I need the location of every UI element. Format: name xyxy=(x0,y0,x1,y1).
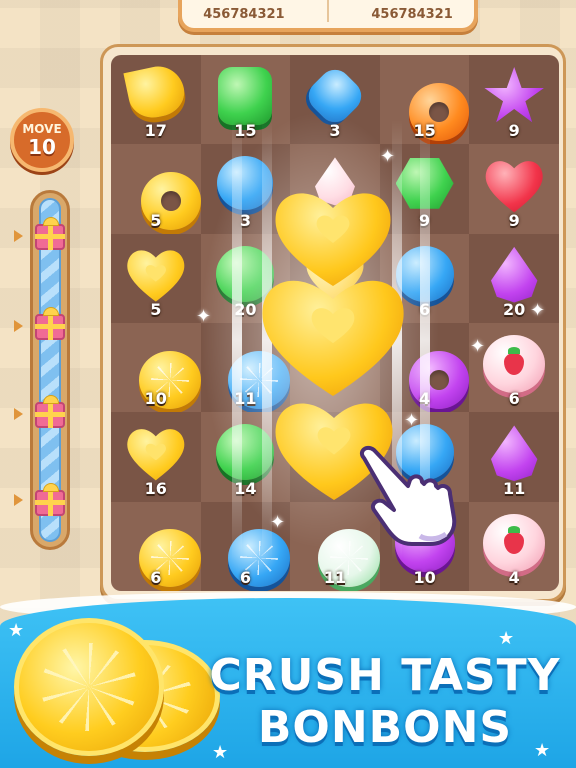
yellow-heart-candy-icon[interactable] xyxy=(125,424,187,482)
candy-count: 11 xyxy=(234,389,257,409)
progress-marker-icon xyxy=(14,320,23,332)
gift-box-icon[interactable] xyxy=(35,217,65,250)
candy-count: 15 xyxy=(234,121,257,141)
score-left: 456784321 xyxy=(203,7,285,22)
candy-count: 10 xyxy=(413,568,436,587)
candy-count: 16 xyxy=(144,478,167,498)
board-cell[interactable]: 9 xyxy=(469,144,559,234)
board-cell[interactable]: 15 xyxy=(200,55,291,145)
sparkle-icon: ✦ xyxy=(196,306,212,327)
candy-count: 3 xyxy=(329,121,341,141)
progress-marker-icon xyxy=(14,230,23,242)
strawberry-candy-icon[interactable] xyxy=(483,335,546,393)
board-cell[interactable]: 10 xyxy=(111,323,201,413)
tagline-line1: CRUSH TASTY xyxy=(209,650,561,701)
green-square-candy-icon[interactable] xyxy=(218,67,273,125)
board-cell[interactable]: 17 xyxy=(111,55,201,145)
star-icon: ★ xyxy=(498,628,515,649)
tagline-line2: BONBONS xyxy=(257,702,513,753)
gift-box-icon[interactable] xyxy=(35,483,65,516)
candy-count: 11 xyxy=(503,478,526,498)
board-cell[interactable]: 3 xyxy=(290,55,380,145)
move-counter-badge: MOVE 10 xyxy=(10,108,74,172)
candy-count: 6 xyxy=(239,568,251,587)
candy-count: 6 xyxy=(508,389,520,409)
board-cell[interactable]: 6 xyxy=(111,501,201,591)
candy-count: 11 xyxy=(323,568,347,587)
move-label: MOVE xyxy=(22,121,62,136)
candy-count: 14 xyxy=(234,478,257,498)
sparkle-icon: ✦ xyxy=(270,512,286,533)
blue-diamond-candy-icon[interactable] xyxy=(302,63,368,129)
gift-box-icon[interactable] xyxy=(35,307,65,340)
purple-drop-candy-icon[interactable] xyxy=(490,246,538,303)
promo-tagline: CRUSH TASTY BONBONS xyxy=(200,650,570,754)
score-panel: 456784321 456784321 xyxy=(178,0,478,32)
board-cell[interactable]: 4 xyxy=(469,501,559,591)
star-icon: ★ xyxy=(8,620,25,641)
candy-count: 9 xyxy=(508,121,520,141)
candy-count: 5 xyxy=(150,300,162,319)
board-cell[interactable]: 5 xyxy=(111,233,201,323)
candy-count: 17 xyxy=(144,121,167,141)
board-cell[interactable]: 11 xyxy=(469,412,559,502)
gift-box-icon[interactable] xyxy=(35,395,65,428)
progress-marker-icon xyxy=(14,494,23,506)
light-beam xyxy=(232,120,242,560)
score-divider xyxy=(326,0,329,22)
lemon-candy-icon xyxy=(14,618,164,756)
candy-count: 4 xyxy=(508,568,520,587)
progress-marker-icon xyxy=(14,408,23,420)
strawberry-candy-icon[interactable] xyxy=(483,513,546,572)
candy-count: 10 xyxy=(144,389,167,409)
move-value: 10 xyxy=(28,134,56,159)
sparkle-icon: ✦ xyxy=(380,146,396,167)
score-right: 456784321 xyxy=(371,7,453,22)
purple-star-candy-icon[interactable] xyxy=(484,67,544,123)
pointer-hand-icon xyxy=(359,445,457,546)
sparkle-icon: ✦ xyxy=(404,410,420,431)
purple-drop-candy-icon[interactable] xyxy=(490,425,538,482)
yellow-heart-candy-icon[interactable] xyxy=(125,246,187,304)
candy-count: 6 xyxy=(150,568,162,587)
sparkle-icon: ✦ xyxy=(470,336,486,357)
board-cell[interactable]: 9 xyxy=(469,55,559,145)
candy-count: 5 xyxy=(150,210,162,230)
candy-count: 9 xyxy=(508,210,520,230)
board-cell[interactable]: 5 xyxy=(111,144,201,234)
banana-candy-icon[interactable] xyxy=(123,61,189,123)
board-cell[interactable]: 16 xyxy=(111,412,201,502)
board-cell[interactable]: 20 xyxy=(469,233,559,323)
sparkle-icon: ✦ xyxy=(530,300,546,321)
red-heart-candy-icon[interactable] xyxy=(483,156,545,214)
candy-count: 20 xyxy=(503,300,526,319)
